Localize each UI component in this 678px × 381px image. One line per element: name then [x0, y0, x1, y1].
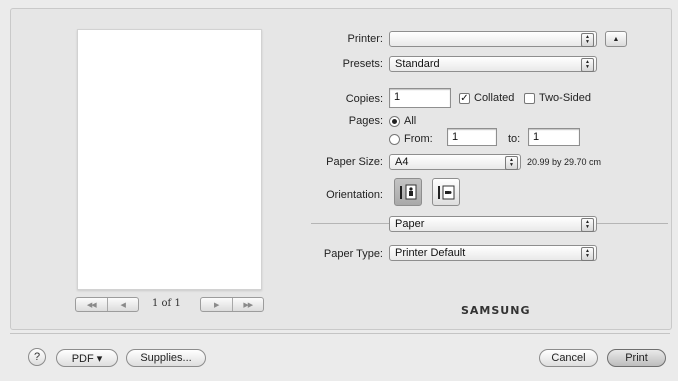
pages-from-radio[interactable]: [389, 134, 400, 145]
copies-label: Copies:: [345, 93, 383, 105]
radio-selected-icon: [392, 119, 397, 124]
two-sided-checkbox[interactable]: [524, 93, 535, 104]
presets-label: Presets:: [342, 58, 383, 70]
pages-from-field[interactable]: 1: [447, 128, 497, 146]
two-sided-label: Two-Sided: [539, 92, 591, 104]
page-preview: [77, 29, 262, 290]
paper-dimensions: 20.99 by 29.70 cm: [527, 157, 602, 167]
presets-popup[interactable]: Standard ▲ ▼: [389, 56, 597, 72]
paper-type-popup[interactable]: Printer Default ▲ ▼: [389, 245, 597, 261]
pages-all-radio[interactable]: [389, 116, 400, 127]
disclosure-up-icon: ▲: [612, 35, 620, 43]
preview-forward-nav: ▶ ▶▶: [200, 297, 264, 312]
footer-divider: [10, 333, 670, 334]
popup-arrows-icon: ▲ ▼: [581, 218, 594, 232]
copies-field[interactable]: 1: [389, 88, 451, 108]
pages-all-label: All: [404, 115, 417, 127]
last-page-icon[interactable]: ▶▶: [231, 298, 264, 311]
orientation-portrait-button[interactable]: [394, 178, 422, 206]
pages-label: Pages:: [348, 115, 383, 127]
popup-arrows-icon: ▲ ▼: [581, 247, 594, 261]
paper-size-value: A4: [395, 156, 409, 168]
pdf-button[interactable]: PDF ▾: [56, 349, 118, 367]
paper-type-value: Printer Default: [395, 247, 466, 259]
prev-page-icon[interactable]: ◀: [106, 298, 139, 311]
collated-checkbox[interactable]: ✓: [459, 93, 470, 104]
preview-back-nav: ◀◀ ◀: [75, 297, 139, 312]
pages-to-field[interactable]: 1: [528, 128, 580, 146]
paper-size-label: Paper Size:: [326, 156, 383, 168]
first-page-icon[interactable]: ◀◀: [76, 298, 107, 311]
section-popup-value: Paper: [395, 218, 425, 230]
section-popup[interactable]: Paper ▲ ▼: [389, 216, 597, 232]
help-button[interactable]: ?: [28, 348, 46, 366]
paper-type-label: Paper Type:: [323, 248, 383, 260]
landscape-orientation-icon: [438, 185, 455, 200]
paper-size-popup[interactable]: A4 ▲ ▼: [389, 154, 521, 170]
cancel-button[interactable]: Cancel: [539, 349, 598, 367]
collated-label: Collated: [474, 92, 515, 104]
pages-to-label: to:: [508, 133, 521, 145]
question-mark-icon: ?: [33, 351, 41, 363]
popup-arrows-icon: ▲ ▼: [581, 58, 594, 72]
portrait-orientation-icon: [400, 184, 417, 200]
presets-value: Standard: [395, 58, 440, 70]
print-button[interactable]: Print: [607, 349, 666, 367]
popup-arrows-icon: ▲ ▼: [581, 33, 594, 47]
orientation-label: Orientation:: [326, 189, 383, 201]
orientation-landscape-button[interactable]: [432, 178, 460, 206]
popup-arrows-icon: ▲ ▼: [505, 156, 518, 170]
collapse-details-button[interactable]: ▲: [605, 31, 627, 47]
pages-from-label: From:: [404, 133, 433, 145]
printer-label: Printer:: [347, 33, 383, 45]
page-count: 1 of 1: [152, 298, 181, 309]
supplies-button[interactable]: Supplies...: [126, 349, 206, 367]
brand-logo: SAMSUNG: [461, 304, 531, 317]
printer-popup[interactable]: ▲ ▼: [389, 31, 597, 47]
next-page-icon[interactable]: ▶: [201, 298, 232, 311]
